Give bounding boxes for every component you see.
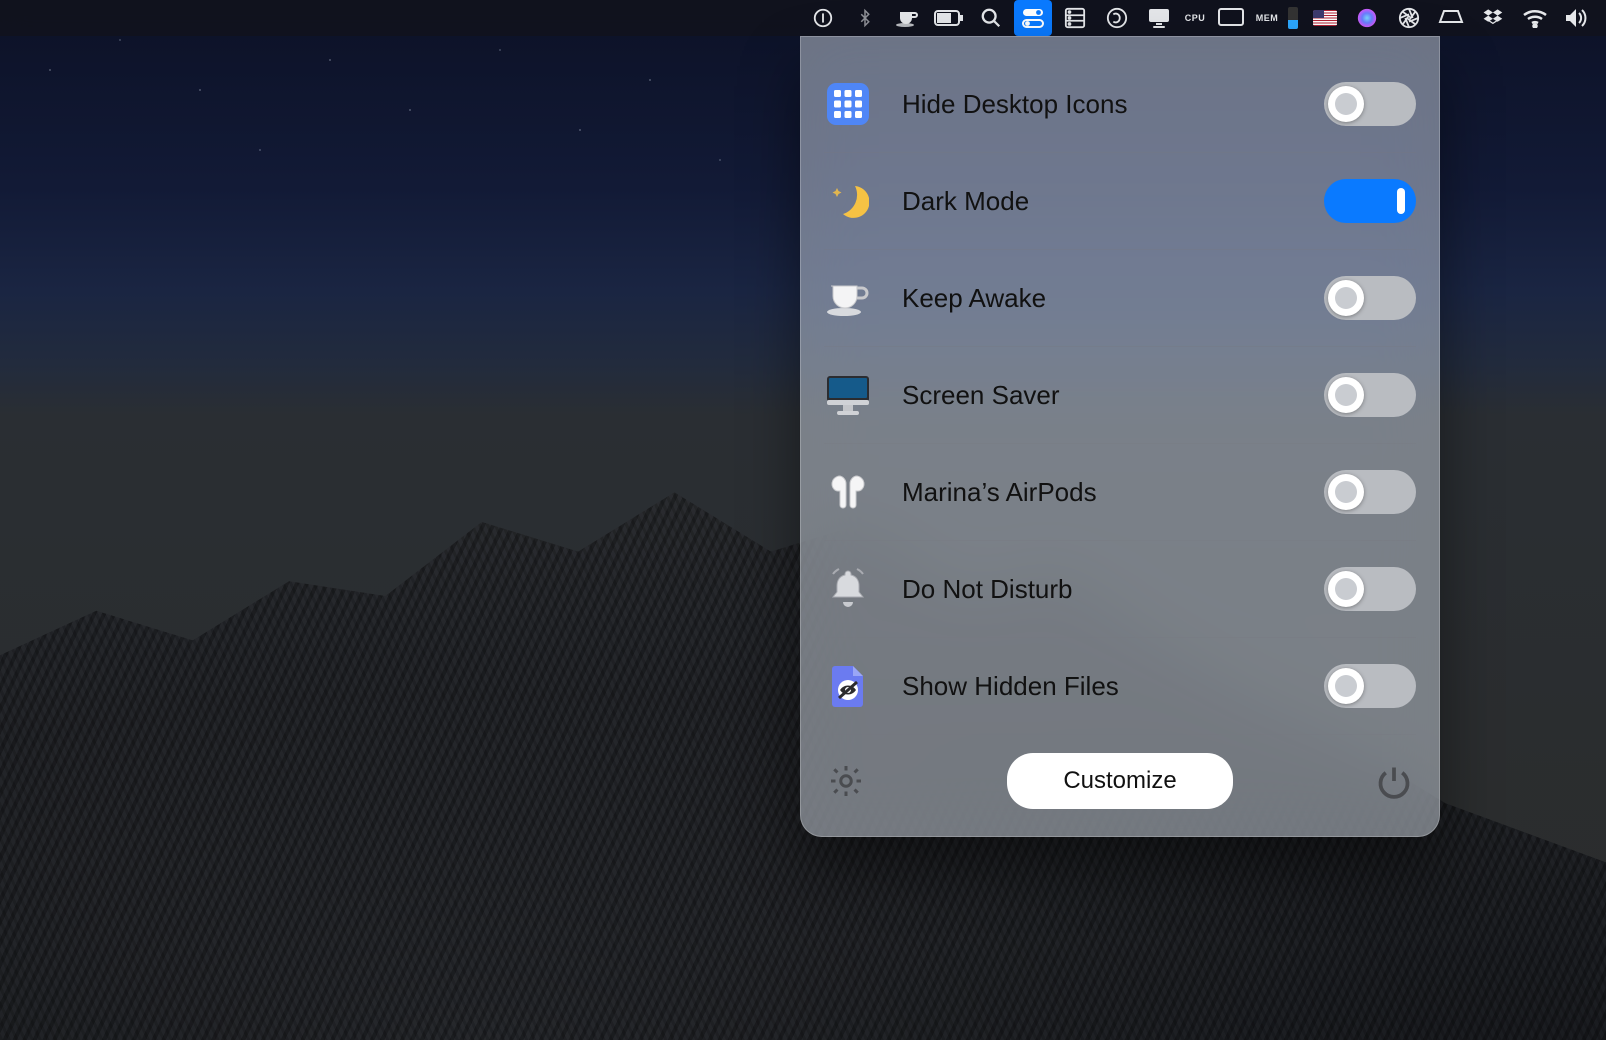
- battery-icon[interactable]: [930, 0, 968, 36]
- cpu-meter[interactable]: CPU: [1182, 0, 1208, 36]
- toggle-hide-desktop[interactable]: [1324, 82, 1416, 126]
- row-hide-desktop: Hide Desktop Icons: [824, 56, 1416, 153]
- toggle-screen-saver[interactable]: [1324, 373, 1416, 417]
- spotlight-icon[interactable]: [972, 0, 1010, 36]
- menu-bar: CPU MEM: [0, 0, 1606, 36]
- keyboard-icon[interactable]: [1432, 0, 1470, 36]
- row-label: Do Not Disturb: [902, 574, 1324, 605]
- row-screen-saver: Screen Saver: [824, 347, 1416, 444]
- bell-icon: [824, 565, 872, 613]
- row-label: Show Hidden Files: [902, 671, 1324, 702]
- hidden-file-icon: [824, 662, 872, 710]
- power-button[interactable]: [1372, 759, 1416, 803]
- row-hidden-files: Show Hidden Files: [824, 638, 1416, 735]
- server-icon[interactable]: [1056, 0, 1094, 36]
- row-label: Marina’s AirPods: [902, 477, 1324, 508]
- row-label: Dark Mode: [902, 186, 1324, 217]
- settings-button[interactable]: [824, 759, 868, 803]
- volume-icon[interactable]: [1558, 0, 1596, 36]
- toggle-keep-awake[interactable]: [1324, 276, 1416, 320]
- panel-footer: Customize: [824, 753, 1416, 809]
- siri-icon[interactable]: [1348, 0, 1386, 36]
- imac-icon: [824, 371, 872, 419]
- airpods-icon: [824, 468, 872, 516]
- customize-button[interactable]: Customize: [1007, 753, 1232, 809]
- one-password-icon[interactable]: [804, 0, 842, 36]
- toggle-airpods[interactable]: [1324, 470, 1416, 514]
- toggle-hidden-files[interactable]: [1324, 664, 1416, 708]
- toggle-dnd[interactable]: [1324, 567, 1416, 611]
- row-dark-mode: Dark Mode: [824, 153, 1416, 250]
- one-switch-panel: Hide Desktop Icons Dark Mode Keep Awake …: [800, 36, 1440, 837]
- row-dnd: Do Not Disturb: [824, 541, 1416, 638]
- dropbox-icon[interactable]: [1474, 0, 1512, 36]
- moon-icon: [824, 177, 872, 225]
- row-airpods: Marina’s AirPods: [824, 444, 1416, 541]
- mem-bar-icon[interactable]: [1284, 0, 1302, 36]
- row-label: Keep Awake: [902, 283, 1324, 314]
- mem-meter[interactable]: MEM: [1254, 0, 1280, 36]
- toggle-dark-mode[interactable]: [1324, 179, 1416, 223]
- grid-icon: [824, 80, 872, 128]
- screenflow-icon[interactable]: [1098, 0, 1136, 36]
- monitor-icon[interactable]: [1212, 0, 1250, 36]
- bluetooth-icon[interactable]: [846, 0, 884, 36]
- row-keep-awake: Keep Awake: [824, 250, 1416, 347]
- coffee-cup-icon: [824, 274, 872, 322]
- input-flag-icon[interactable]: [1306, 0, 1344, 36]
- one-switch-icon[interactable]: [1014, 0, 1052, 36]
- wifi-icon[interactable]: [1516, 0, 1554, 36]
- display-icon[interactable]: [1140, 0, 1178, 36]
- row-label: Hide Desktop Icons: [902, 89, 1324, 120]
- caffeine-icon[interactable]: [888, 0, 926, 36]
- row-label: Screen Saver: [902, 380, 1324, 411]
- aperture-icon[interactable]: [1390, 0, 1428, 36]
